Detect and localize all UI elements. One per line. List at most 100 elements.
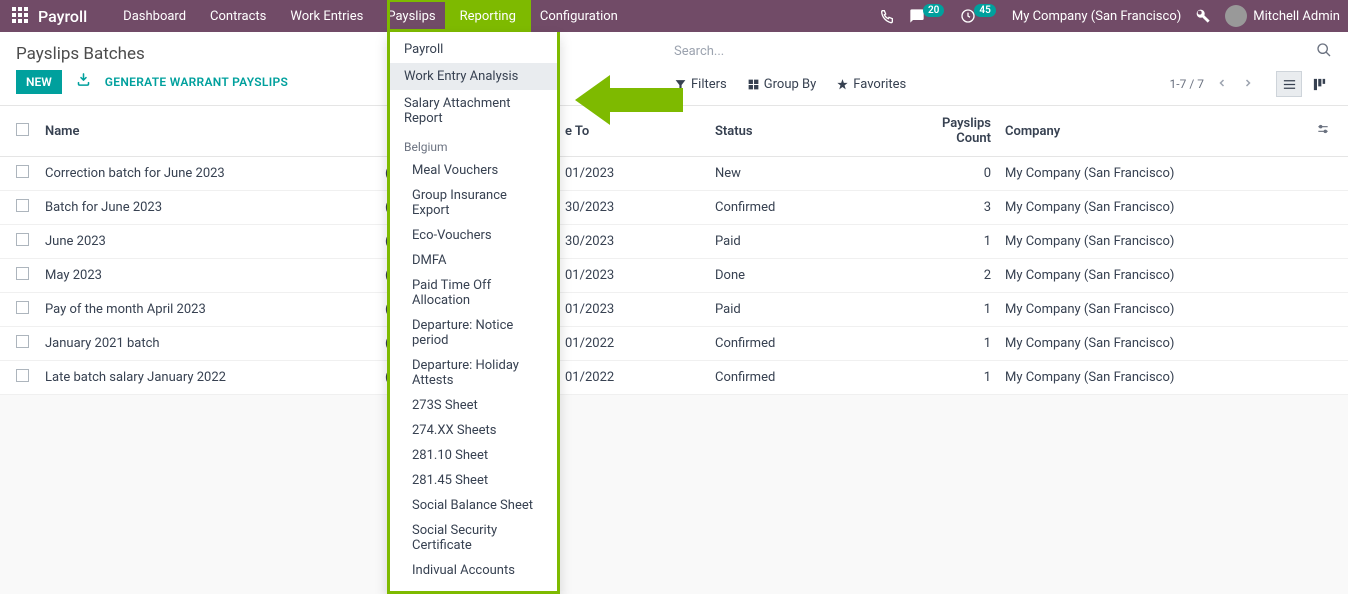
activities-icon[interactable]: 45 (960, 8, 997, 24)
row-checkbox[interactable] (16, 233, 29, 246)
cell-company: My Company (San Francisco) (997, 361, 1308, 395)
row-checkbox[interactable] (16, 369, 29, 382)
app-brand[interactable]: Payroll (38, 7, 87, 26)
table-row[interactable]: Batch for June 2023(30/2023Confirmed3My … (0, 191, 1348, 225)
groupby-button[interactable]: Group By (747, 77, 817, 92)
cell-company: My Company (San Francisco) (997, 327, 1308, 361)
company-selector[interactable]: My Company (San Francisco) (1012, 9, 1181, 24)
table-row[interactable]: January 2021 batch(01/2022Confirmed1My C… (0, 327, 1348, 361)
pager-next-icon[interactable] (1240, 75, 1256, 94)
row-checkbox[interactable] (16, 165, 29, 178)
nav-item-reporting[interactable]: Reporting (448, 2, 528, 31)
pager-prev-icon[interactable] (1214, 75, 1230, 94)
row-checkbox[interactable] (16, 335, 29, 348)
cell-status: New (707, 157, 917, 191)
dropdown-subitem[interactable]: Social Security Certificate (390, 518, 557, 558)
user-name: Mitchell Admin (1253, 9, 1340, 24)
cell-count: 1 (917, 327, 997, 361)
dropdown-item[interactable]: Payroll (390, 36, 557, 63)
dropdown-subitem[interactable]: Meal Vouchers (390, 158, 557, 183)
new-button[interactable]: NEW (16, 70, 62, 94)
cell-status: Confirmed (707, 191, 917, 225)
col-header-company[interactable]: Company (997, 106, 1308, 157)
dropdown-item[interactable]: Work Entry Analysis (390, 63, 557, 90)
dropdown-section-header: Belgium (390, 134, 557, 158)
cell-name: May 2023 (37, 259, 377, 293)
cell-count: 0 (917, 157, 997, 191)
cell-name: Pay of the month April 2023 (37, 293, 377, 327)
table-header-row: Name e To Status Payslips Count Company (0, 106, 1348, 157)
apps-icon[interactable] (12, 7, 30, 25)
cell-date-to: 30/2023 (557, 191, 707, 225)
tools-icon[interactable] (1195, 8, 1211, 24)
cell-date-to: 01/2023 (557, 259, 707, 293)
nav-item-payslips[interactable]: Payslips (375, 2, 447, 31)
activities-badge: 45 (974, 4, 995, 17)
filters-label: Filters (691, 77, 727, 92)
row-checkbox[interactable] (16, 267, 29, 280)
row-checkbox[interactable] (16, 301, 29, 314)
view-list-icon[interactable] (1276, 71, 1302, 97)
dropdown-subitem[interactable]: 281.45 Sheet (390, 468, 557, 493)
phone-icon[interactable] (879, 8, 895, 24)
col-header-date-to[interactable]: e To (557, 106, 707, 157)
nav-item-dashboard[interactable]: Dashboard (111, 2, 198, 31)
cell-status: Confirmed (707, 327, 917, 361)
table-row[interactable]: Pay of the month April 2023(01/2023Paid1… (0, 293, 1348, 327)
nav-item-configuration[interactable]: Configuration (528, 2, 630, 31)
dropdown-subitem[interactable]: Eco-Vouchers (390, 223, 557, 248)
dropdown-subitem[interactable]: Social Balance Sheet (390, 493, 557, 518)
dropdown-subitem[interactable]: 273S Sheet (390, 393, 557, 418)
favorites-label: Favorites (853, 77, 906, 92)
cell-name: January 2021 batch (37, 327, 377, 361)
dropdown-item[interactable]: Salary Attachment Report (390, 90, 557, 132)
select-all-checkbox[interactable] (16, 123, 29, 136)
cell-status: Paid (707, 293, 917, 327)
control-bar: Payslips Batches NEW GENERATE WARRANT PA… (0, 32, 1348, 106)
search-icon[interactable] (1316, 42, 1332, 62)
cell-count: 2 (917, 259, 997, 293)
pager: 1-7 / 7 (1170, 71, 1332, 97)
user-menu[interactable]: Mitchell Admin (1225, 5, 1340, 27)
cell-count: 1 (917, 293, 997, 327)
dropdown-subitem[interactable]: Paid Time Off Allocation (390, 273, 557, 313)
cell-company: My Company (San Francisco) (997, 157, 1308, 191)
table-row[interactable]: Correction batch for June 2023(01/2023Ne… (0, 157, 1348, 191)
cell-company: My Company (San Francisco) (997, 259, 1308, 293)
avatar-icon (1225, 5, 1247, 27)
row-checkbox[interactable] (16, 199, 29, 212)
cell-name: Correction batch for June 2023 (37, 157, 377, 191)
table-row[interactable]: May 2023(01/2023Done2My Company (San Fra… (0, 259, 1348, 293)
dropdown-subitem[interactable]: DMFA (390, 248, 557, 273)
dropdown-subitem[interactable]: Group Insurance Export (390, 183, 557, 223)
download-icon[interactable] (76, 72, 91, 91)
table-row[interactable]: Late batch salary January 2022(01/2022Co… (0, 361, 1348, 395)
nav-item-work-entries[interactable]: Work Entries (278, 2, 375, 31)
filters-button[interactable]: Filters (674, 77, 727, 92)
col-header-status[interactable]: Status (707, 106, 917, 157)
view-kanban-icon[interactable] (1306, 71, 1332, 97)
reporting-dropdown: PayrollWork Entry AnalysisSalary Attachm… (387, 32, 560, 594)
messages-badge: 20 (923, 4, 944, 17)
col-header-name[interactable]: Name (37, 106, 377, 157)
col-header-count[interactable]: Payslips Count (917, 106, 997, 157)
table-row[interactable]: June 2023(30/2023Paid1My Company (San Fr… (0, 225, 1348, 259)
columns-options-icon[interactable] (1316, 125, 1330, 140)
top-nav: Payroll DashboardContractsWork EntriesPa… (0, 0, 1348, 32)
dropdown-subitem[interactable]: 274.XX Sheets (390, 418, 557, 443)
dropdown-subitem[interactable]: Indivual Accounts (390, 558, 557, 583)
page-title: Payslips Batches (16, 44, 674, 64)
dropdown-subitem[interactable]: 281.10 Sheet (390, 443, 557, 468)
cell-date-to: 01/2023 (557, 157, 707, 191)
generate-warrant-button[interactable]: GENERATE WARRANT PAYSLIPS (105, 75, 288, 89)
messages-icon[interactable]: 20 (909, 8, 946, 24)
cell-status: Confirmed (707, 361, 917, 395)
nav-item-contracts[interactable]: Contracts (198, 2, 278, 31)
cell-date-to: 30/2023 (557, 225, 707, 259)
dropdown-subitem[interactable]: Departure: Notice period (390, 313, 557, 353)
dropdown-subitem[interactable]: Departure: Holiday Attests (390, 353, 557, 393)
search-input[interactable] (674, 40, 1332, 63)
favorites-button[interactable]: Favorites (836, 77, 906, 92)
pager-text: 1-7 / 7 (1170, 77, 1204, 91)
cell-company: My Company (San Francisco) (997, 191, 1308, 225)
